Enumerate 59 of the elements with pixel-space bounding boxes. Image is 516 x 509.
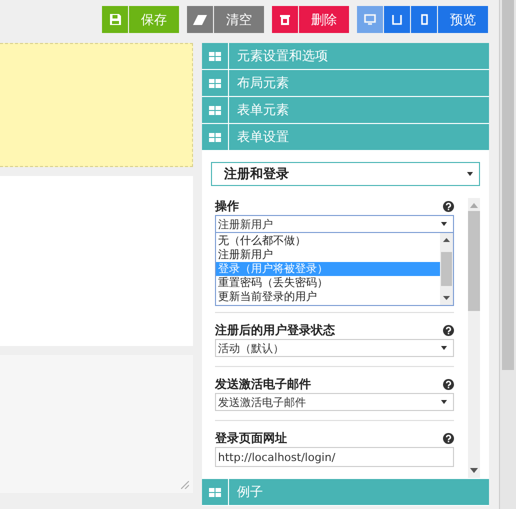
section-title: 布局元素 [236, 75, 289, 92]
resize-grip-icon[interactable] [181, 481, 189, 489]
field-label: 登录页面网址 [215, 430, 287, 446]
select-field[interactable]: 发送激活电子邮件 [215, 393, 454, 411]
accordion-header[interactable]: 元素设置和选项 [202, 43, 489, 70]
phone-view-button[interactable] [411, 6, 437, 33]
accordion-header[interactable]: 布局元素 [202, 70, 489, 97]
tablet-view-button[interactable] [384, 6, 410, 33]
grid-icon [209, 52, 221, 60]
phone-icon [420, 14, 428, 25]
grid-icon [209, 78, 221, 88]
accordion-header[interactable]: 表单设置 [202, 124, 489, 151]
down-arrow-icon[interactable] [470, 468, 478, 473]
caret-icon [441, 400, 447, 404]
dropdown-option[interactable]: 无（什么都不做） [216, 234, 440, 248]
down-arrow-icon[interactable] [443, 296, 450, 300]
section-title: 表单元素 [236, 102, 289, 119]
section-title: 表单设置 [236, 129, 289, 146]
section-title: 元素设置和选项 [236, 48, 328, 65]
help-icon[interactable] [443, 200, 454, 212]
dropdown-option[interactable]: 重置密码（丢失密码） [216, 276, 440, 290]
accordion-header[interactable]: 例子 [202, 479, 489, 506]
scrollbar[interactable] [468, 198, 480, 478]
field-label: 注册后的用户登录状态 [215, 322, 335, 338]
grid-icon [209, 132, 221, 142]
caret-icon [467, 172, 473, 176]
dropdown-option[interactable]: 注册新用户 [216, 248, 440, 262]
section-title: 例子 [236, 484, 263, 501]
field-label: 操作 [215, 198, 239, 214]
delete-icon-button[interactable] [272, 6, 298, 33]
accordion-header[interactable]: 表单元素 [202, 97, 489, 124]
save-button[interactable]: 保存 [129, 6, 179, 33]
delete-button[interactable]: 删除 [299, 6, 349, 33]
dropdown-option[interactable]: 登录（用户将被登录） [216, 262, 440, 276]
monitor-icon [364, 14, 376, 25]
preview-button[interactable]: 预览 [438, 6, 488, 33]
page-scrollbar[interactable] [499, 0, 516, 509]
save-icon-button[interactable] [102, 6, 128, 33]
scrollbar[interactable] [440, 233, 453, 305]
field-label: 发送激活电子邮件 [215, 376, 311, 392]
help-icon[interactable] [443, 324, 454, 336]
up-arrow-icon[interactable] [443, 238, 450, 242]
dropdown-option[interactable]: 更新当前登录的用户 [216, 290, 440, 304]
eraser-icon [193, 14, 207, 24]
help-icon[interactable] [443, 432, 454, 444]
caret-icon [441, 222, 447, 226]
form-type-select[interactable]: 注册和登录 [211, 162, 480, 186]
clear-icon-button[interactable] [187, 6, 213, 33]
select-field[interactable]: 注册新用户 [215, 215, 454, 233]
desktop-view-button[interactable] [357, 6, 383, 33]
clear-button[interactable]: 清空 [214, 6, 264, 33]
select-field[interactable]: 活动（默认） [215, 339, 454, 357]
help-icon[interactable] [443, 378, 454, 390]
caret-icon [441, 346, 447, 350]
url-input-field[interactable]: http://localhost/login/ [215, 447, 454, 467]
trash-icon [280, 14, 290, 25]
tablet-icon [392, 14, 402, 25]
grid-icon [209, 488, 221, 496]
grid-icon [209, 106, 221, 114]
